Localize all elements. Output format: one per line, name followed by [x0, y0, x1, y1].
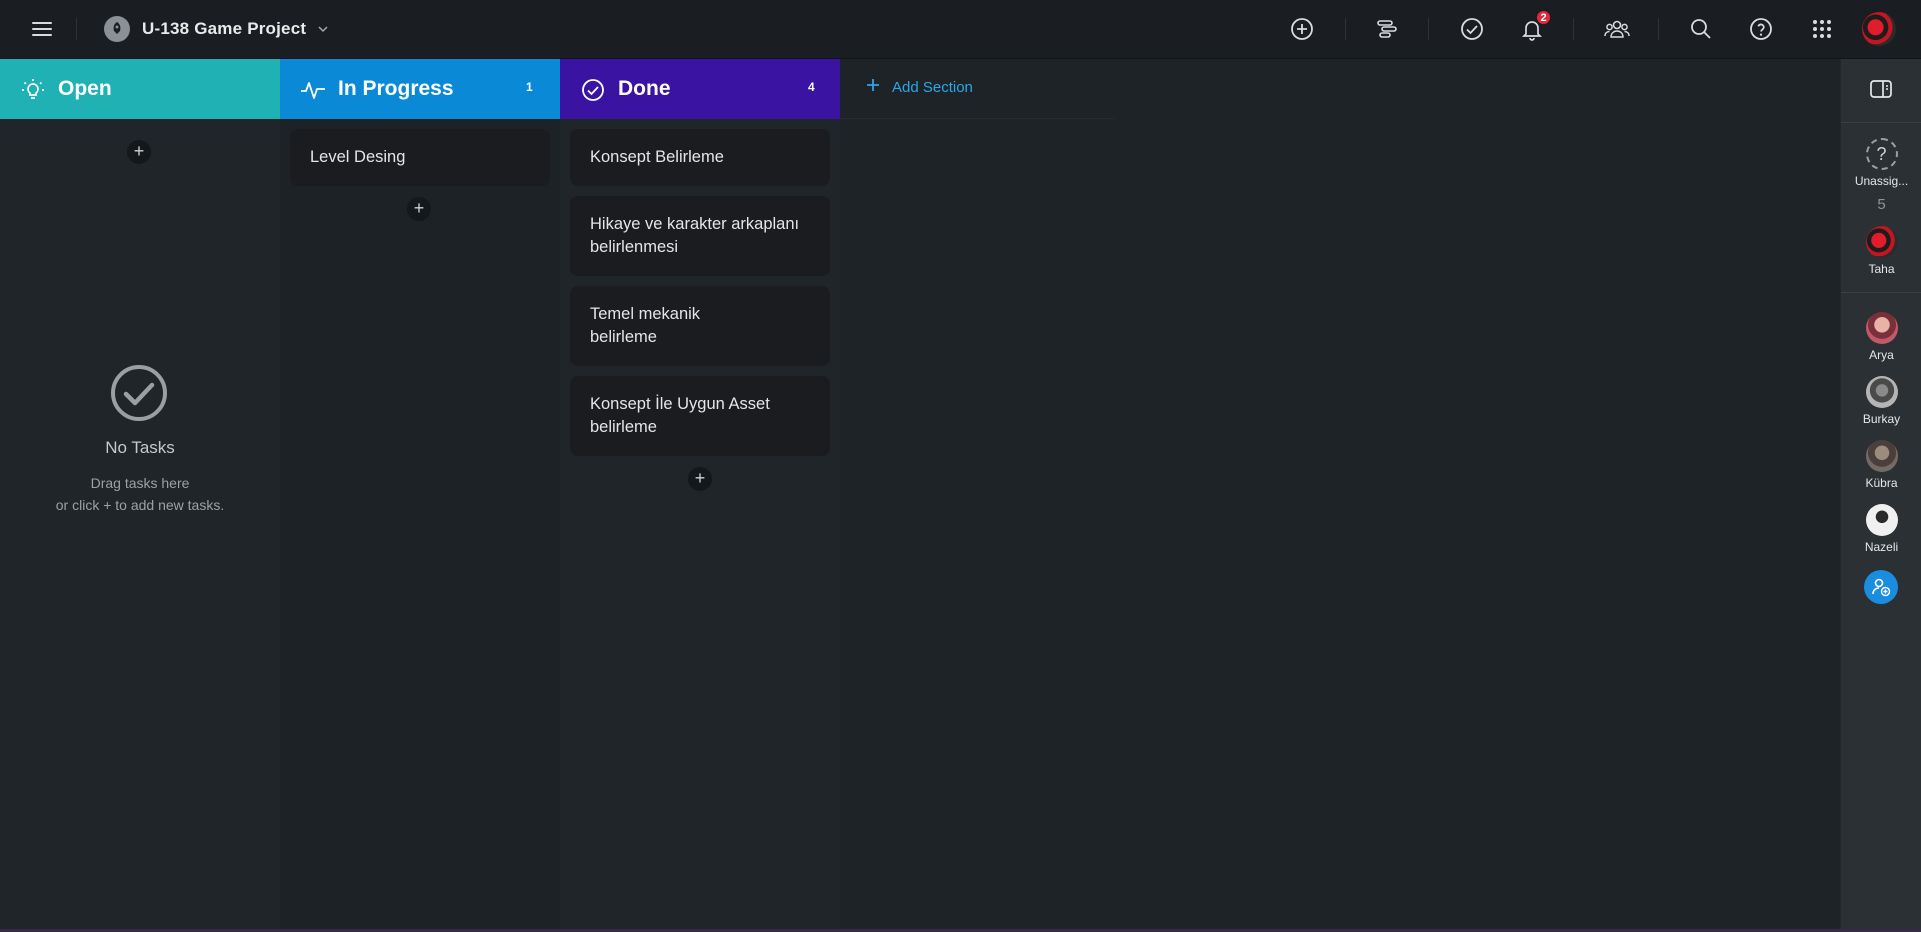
column-title: In Progress: [338, 77, 454, 100]
member-kubra[interactable]: Kübra: [1841, 440, 1921, 490]
panel-toggle-icon[interactable]: [1869, 79, 1893, 103]
divider: [1841, 122, 1921, 123]
invite-member-button[interactable]: [1864, 570, 1898, 604]
add-task-button[interactable]: +: [407, 197, 431, 221]
timeline-icon[interactable]: [1371, 13, 1403, 45]
task-title: Konsept İle Uygun Asset belirleme: [590, 395, 770, 436]
question-icon: ?: [1865, 138, 1898, 170]
avatar: [1865, 440, 1898, 472]
member-name: Nazeli: [1864, 540, 1899, 554]
task-card[interactable]: Hikaye ve karakter arkaplanı belirlenmes…: [570, 196, 830, 276]
task-count: 1: [526, 80, 533, 94]
notification-badge: 2: [1535, 9, 1552, 26]
check-circle-icon[interactable]: [1456, 13, 1488, 45]
task-card[interactable]: Konsept Belirleme: [570, 129, 830, 186]
project-selector[interactable]: U-138 Game Project: [104, 14, 328, 44]
member-name: Kübra: [1865, 476, 1898, 490]
task-card[interactable]: Level Desing: [290, 129, 550, 186]
task-title: Konsept Belirleme: [590, 148, 724, 166]
divider: [1345, 18, 1346, 40]
task-count: 4: [808, 80, 815, 94]
lightbulb-icon: [20, 77, 46, 103]
avatar: [1865, 504, 1898, 536]
member-taha[interactable]: Taha: [1841, 226, 1921, 276]
column-header-in-progress[interactable]: In Progress 1: [280, 59, 560, 119]
add-section-label: Add Section: [892, 78, 973, 96]
column-title: Open: [58, 77, 112, 100]
help-icon[interactable]: [1745, 13, 1777, 45]
column-title: Done: [618, 77, 671, 100]
avatar: [1865, 376, 1898, 408]
column-header-done[interactable]: Done 4: [560, 59, 840, 119]
check-circle-icon: [580, 77, 606, 103]
apps-grid-icon[interactable]: [1806, 13, 1838, 45]
empty-state-title: No Tasks: [105, 438, 175, 457]
divider: [1841, 292, 1921, 293]
divider: [76, 18, 77, 40]
empty-hint-line1: Drag tasks here: [90, 475, 190, 491]
avatar: [1865, 312, 1898, 344]
member-nazeli[interactable]: Nazeli: [1841, 504, 1921, 554]
member-name: Unassig...: [1854, 174, 1909, 188]
unassigned-count: 5: [1877, 196, 1886, 213]
task-title: Level Desing: [310, 148, 406, 166]
add-section-button[interactable]: Add Section: [866, 78, 973, 96]
add-icon[interactable]: [1286, 13, 1318, 45]
top-bar: U-138 Game Project 2: [0, 0, 1921, 59]
members-rail: ? Unassig... 5 Taha Arya Burkay Kübra Na…: [1840, 59, 1921, 932]
member-arya[interactable]: Arya: [1841, 312, 1921, 362]
member-name: Taha: [1868, 262, 1895, 276]
empty-state-hint: Drag tasks here or click + to add new ta…: [0, 472, 280, 516]
activity-icon: [300, 77, 326, 103]
search-icon[interactable]: [1685, 13, 1717, 45]
avatar: [1865, 226, 1898, 258]
plus-icon: [866, 78, 880, 96]
add-task-button[interactable]: +: [688, 467, 712, 491]
task-card[interactable]: Konsept İle Uygun Asset belirleme: [570, 376, 830, 456]
project-logo-icon: [104, 16, 130, 42]
divider: [1428, 18, 1429, 40]
member-unassigned[interactable]: ? Unassig...: [1841, 138, 1921, 188]
member-name: Arya: [1869, 348, 1894, 362]
task-title: Hikaye ve karakter arkaplanı belirlenmes…: [590, 215, 800, 256]
column-open: [0, 119, 280, 929]
task-card[interactable]: Temel mekanik belirleme: [570, 286, 830, 366]
member-burkay[interactable]: Burkay: [1841, 376, 1921, 426]
divider: [1573, 18, 1574, 40]
team-icon[interactable]: [1601, 13, 1633, 45]
user-avatar[interactable]: [1862, 12, 1896, 46]
menu-icon[interactable]: [26, 13, 58, 45]
add-task-button[interactable]: +: [127, 140, 151, 164]
task-title: Temel mekanik belirleme: [590, 305, 701, 346]
project-title: U-138 Game Project: [142, 19, 307, 38]
column-header-open[interactable]: Open: [0, 59, 280, 119]
member-name: Burkay: [1862, 412, 1901, 426]
chevron-down-icon[interactable]: [318, 20, 328, 38]
empty-hint-line2: or click + to add new tasks.: [55, 497, 225, 513]
divider: [1658, 18, 1659, 40]
check-circle-icon: [110, 364, 168, 422]
column-in-progress: [280, 119, 560, 929]
